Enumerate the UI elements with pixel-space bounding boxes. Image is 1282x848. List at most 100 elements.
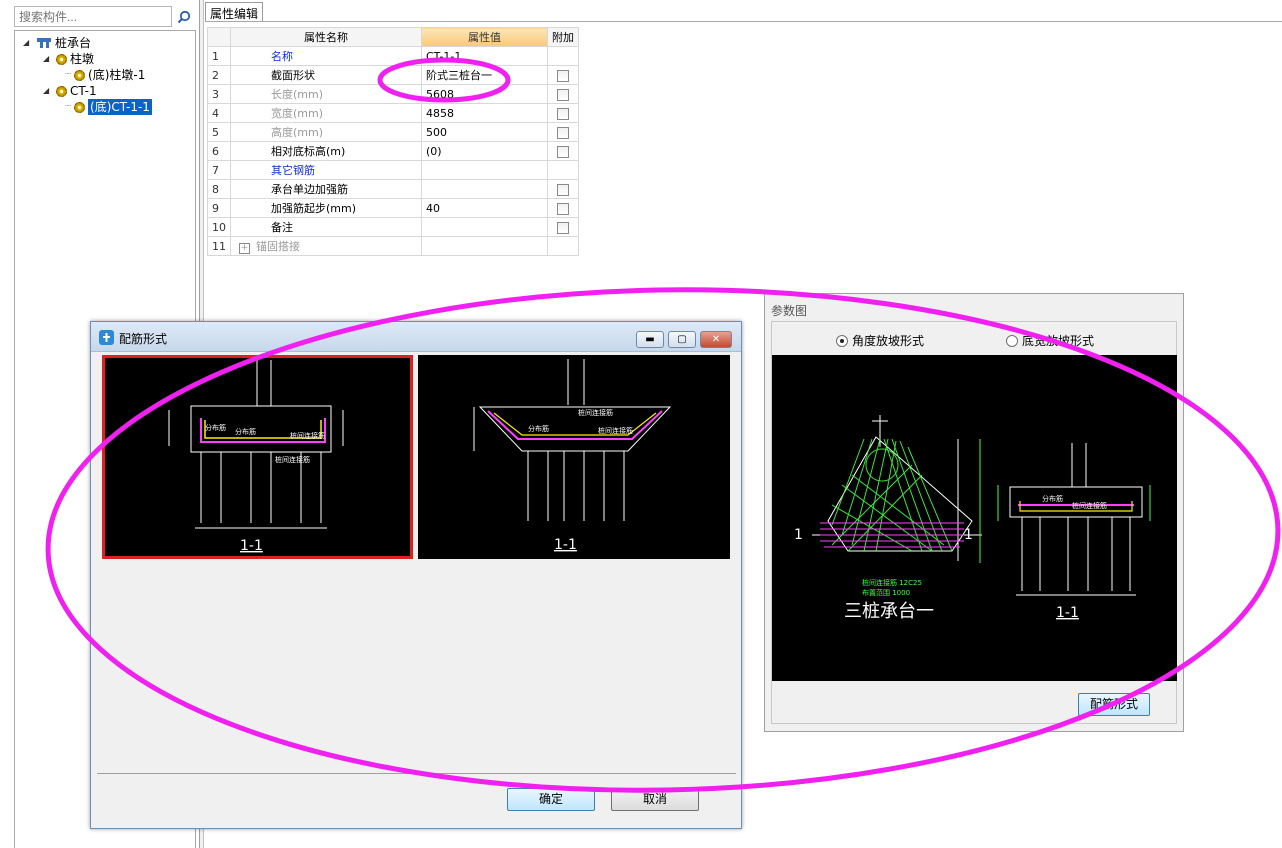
maximize-button[interactable]: ▢ (668, 331, 696, 348)
property-row[interactable]: 1 名称 CT-1-1 (207, 46, 579, 66)
gear-icon (56, 53, 67, 65)
cad-label: 分布筋 (205, 423, 226, 432)
collapse-icon[interactable]: ◢ (43, 83, 53, 99)
property-row[interactable]: 7 其它钢筋 (207, 160, 579, 180)
column-header-value: 属性值 (421, 27, 548, 47)
property-row[interactable]: 11 + 锚固搭接 (207, 236, 579, 256)
extra-checkbox[interactable] (557, 69, 569, 82)
property-value[interactable]: (0) (421, 141, 548, 161)
search-input[interactable] (14, 6, 172, 27)
radio-label: 底宽放坡形式 (1022, 334, 1095, 348)
tab-underline (205, 21, 1282, 22)
minimize-button[interactable]: ▬ (636, 331, 664, 348)
property-extra[interactable] (547, 84, 579, 104)
property-value[interactable]: 500 (421, 122, 548, 142)
extra-checkbox[interactable] (557, 145, 569, 158)
tree-label: CT-1 (70, 84, 97, 98)
property-row[interactable]: 10 备注 (207, 217, 579, 237)
property-row[interactable]: 8 承台单边加强筋 (207, 179, 579, 199)
collapse-icon[interactable]: ◢ (23, 35, 33, 51)
property-row[interactable]: 6 相对底标高(m) (0) (207, 141, 579, 161)
gear-icon (56, 85, 67, 97)
radio-angle-slope[interactable]: 角度放坡形式 (836, 332, 924, 349)
property-value[interactable] (421, 217, 548, 237)
collapse-icon[interactable]: ◢ (43, 51, 53, 67)
tree-node-ct-1[interactable]: ◢ CT-1 (43, 83, 97, 99)
rebar-form-button[interactable]: 配筋形式 (1078, 693, 1150, 716)
property-value[interactable] (421, 236, 548, 256)
cad-label: 分布筋 (235, 427, 256, 436)
ok-button[interactable]: 确定 (507, 788, 595, 811)
tree-node-pile-cap[interactable]: ◢ 桩承台 (23, 35, 91, 51)
extra-checkbox[interactable] (557, 202, 569, 215)
property-name: 截面形状 (230, 65, 422, 85)
property-name: 相对底标高(m) (230, 141, 422, 161)
property-row[interactable]: 9 加强筋起步(mm) 40 (207, 198, 579, 218)
property-value[interactable]: 40 (421, 198, 548, 218)
property-extra[interactable] (547, 103, 579, 123)
row-number: 10 (207, 217, 231, 237)
row-number: 7 (207, 160, 231, 180)
dialog-title: 配筋形式 (119, 332, 168, 346)
property-table: 属性名称 属性值 附加 1 名称 CT-1-1 2 截面形状 阶式三桩台一 3 长度(mm) 5… (207, 27, 579, 256)
property-row[interactable]: 2 截面形状 阶式三桩台一 (207, 65, 579, 85)
row-number: 11 (207, 236, 231, 256)
close-icon: ✕ (711, 334, 721, 345)
parameter-diagram-panel: 参数图 角度放坡形式 底宽放坡形式 桩间连接筋 分布筋 桩间连接筋 12C25 … (764, 293, 1184, 732)
property-row[interactable]: 5 高度(mm) 500 (207, 122, 579, 142)
cad-label: 桩间连接筋 (598, 426, 633, 435)
row-number: 4 (207, 103, 231, 123)
tree-node-pier[interactable]: ◢ 柱墩 (43, 51, 94, 67)
tree-node-pier-1[interactable]: ┈ (底)柱墩-1 (65, 67, 145, 83)
cad-label: 分布筋 (1042, 494, 1063, 503)
rebar-option-2[interactable]: 桩间连接筋 桩间连接筋 分布筋 1-1 (418, 355, 730, 559)
close-button[interactable]: ✕ (700, 331, 732, 348)
property-extra[interactable] (547, 65, 579, 85)
property-value[interactable] (421, 160, 548, 180)
property-value[interactable]: 阶式三桩台一 (421, 65, 548, 85)
property-value[interactable]: 5608 (421, 84, 548, 104)
property-extra (547, 160, 579, 180)
radio-unselected-icon (1006, 334, 1018, 347)
extra-checkbox[interactable] (557, 107, 569, 120)
three-pile-cap-drawing: 桩间连接筋 分布筋 桩间连接筋 12C25 布置范围 1000 1 1 三桩承台… (794, 415, 1151, 622)
row-number: 8 (207, 179, 231, 199)
radio-selected-icon (836, 334, 848, 347)
cad-label: 桩间连接筋 (1072, 501, 1107, 510)
property-value[interactable] (421, 179, 548, 199)
extra-checkbox[interactable] (557, 183, 569, 196)
property-extra[interactable] (547, 179, 579, 199)
expand-icon[interactable]: + (239, 243, 250, 254)
row-number: 1 (207, 46, 231, 66)
property-extra[interactable] (547, 122, 579, 142)
property-extra[interactable] (547, 198, 579, 218)
tree-label: 柱墩 (70, 52, 95, 66)
rebar-option-1[interactable]: 分布筋 分布筋 桩间连接筋 桩间连接筋 1-1 (102, 355, 413, 559)
extra-checkbox[interactable] (557, 126, 569, 139)
property-value[interactable]: 4858 (421, 103, 548, 123)
tree-node-ct-1-1[interactable]: ┈ (底)CT-1-1 (65, 99, 152, 115)
tab-property-edit[interactable]: 属性编辑 (205, 2, 263, 22)
property-extra[interactable] (547, 141, 579, 161)
row-number: 3 (207, 84, 231, 104)
property-value[interactable]: CT-1-1 (421, 46, 548, 66)
property-extra[interactable] (547, 217, 579, 237)
dialog-titlebar[interactable]: 配筋形式 ▬ ▢ ✕ (91, 322, 741, 352)
column-header-extra: 附加 (547, 27, 579, 47)
extra-checkbox[interactable] (557, 88, 569, 101)
cancel-button[interactable]: 取消 (611, 788, 699, 811)
cad-label: 桩间连接筋 12C25 (862, 578, 922, 587)
panel-title: 参数图 (771, 304, 808, 318)
svg-text:1: 1 (794, 527, 803, 543)
search-button[interactable] (173, 6, 195, 27)
section-label: 1-1 (1056, 605, 1079, 621)
property-name: 高度(mm) (230, 122, 422, 142)
property-name: 宽度(mm) (230, 103, 422, 123)
property-row[interactable]: 3 长度(mm) 5608 (207, 84, 579, 104)
cad-label: 桩间连接筋 (578, 408, 613, 417)
property-extra (547, 236, 579, 256)
property-row[interactable]: 4 宽度(mm) 4858 (207, 103, 579, 123)
radio-bottom-width-slope[interactable]: 底宽放坡形式 (1006, 332, 1094, 349)
extra-checkbox[interactable] (557, 221, 569, 234)
radio-label: 角度放坡形式 (852, 334, 925, 348)
